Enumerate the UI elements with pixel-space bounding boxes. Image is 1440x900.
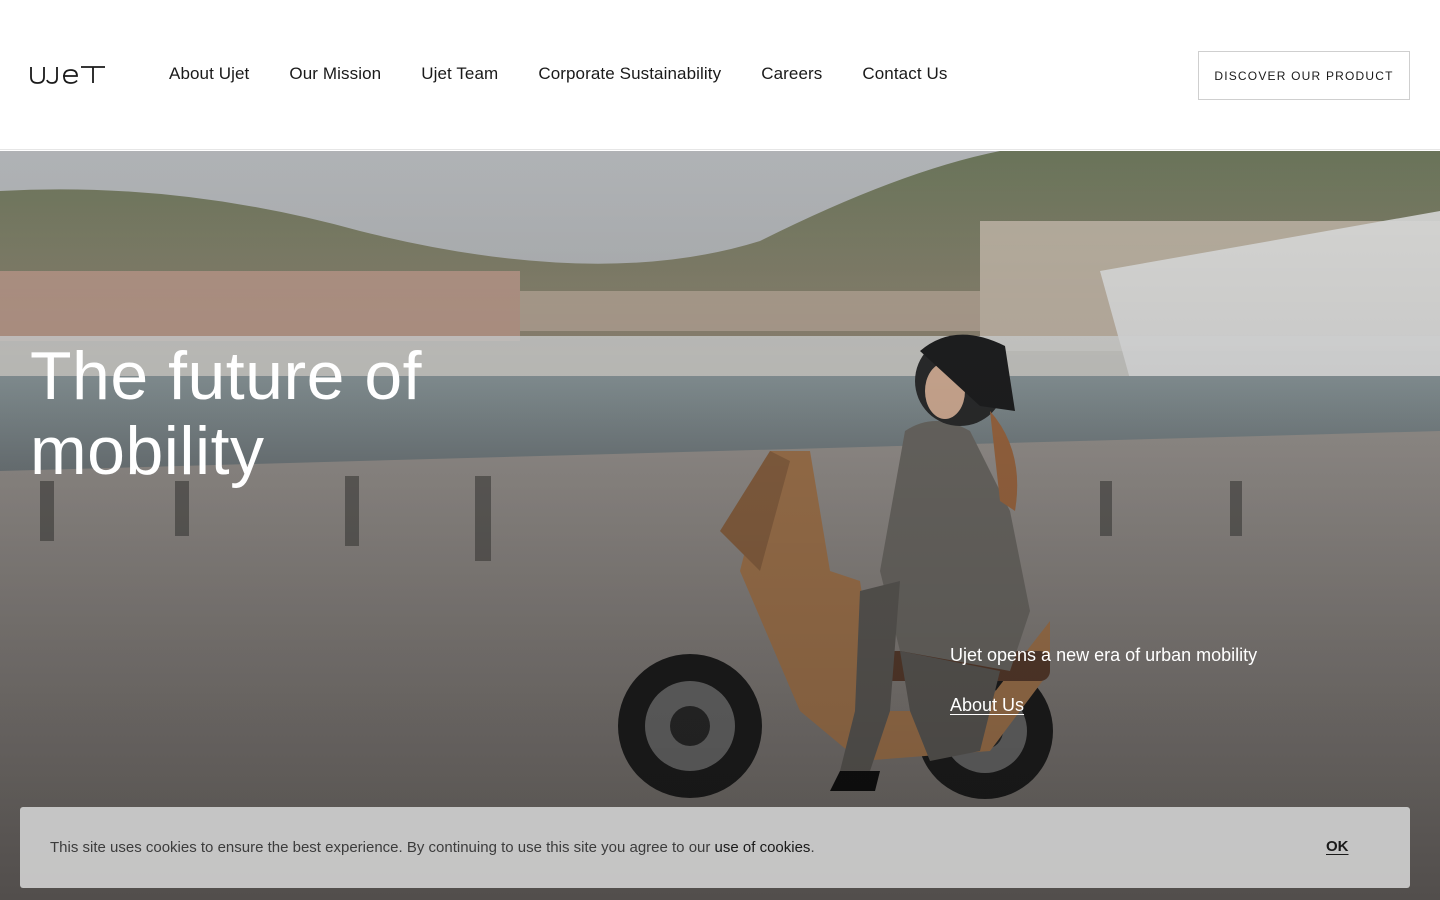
nav-contact-us[interactable]: Contact Us — [862, 63, 947, 85]
nav-about-ujet[interactable]: About Ujet — [169, 63, 249, 85]
site-header: About Ujet Our Mission Ujet Team Corpora… — [0, 0, 1440, 150]
ujet-logo[interactable] — [30, 62, 106, 86]
nav-our-mission[interactable]: Our Mission — [289, 63, 381, 85]
cookie-banner: This site uses cookies to ensure the bes… — [20, 807, 1410, 888]
hero-background-image — [0, 151, 1440, 900]
nav-ujet-team[interactable]: Ujet Team — [421, 63, 498, 85]
cookie-policy-link[interactable]: use of cookies — [715, 839, 811, 856]
hero-subtitle: Ujet opens a new era of urban mobility — [950, 645, 1258, 665]
nav-careers[interactable]: Careers — [761, 63, 822, 85]
cookie-text: This site uses cookies to ensure the bes… — [50, 839, 715, 856]
nav-corporate-sustainability[interactable]: Corporate Sustainability — [538, 63, 721, 85]
about-us-link[interactable]: About Us — [950, 694, 1024, 716]
cookie-text-end: . — [810, 839, 815, 856]
hero-section: The future of mobility Ujet opens a new … — [0, 151, 1440, 900]
main-nav: About Ujet Our Mission Ujet Team Corpora… — [169, 63, 987, 85]
discover-product-button[interactable]: DISCOVER OUR PRODUCT — [1198, 51, 1410, 100]
cookie-ok-button[interactable]: OK — [1326, 838, 1349, 855]
cookie-message: This site uses cookies to ensure the bes… — [50, 839, 815, 857]
hero-title: The future of mobility — [30, 338, 423, 489]
ujet-logo-icon — [30, 66, 105, 84]
